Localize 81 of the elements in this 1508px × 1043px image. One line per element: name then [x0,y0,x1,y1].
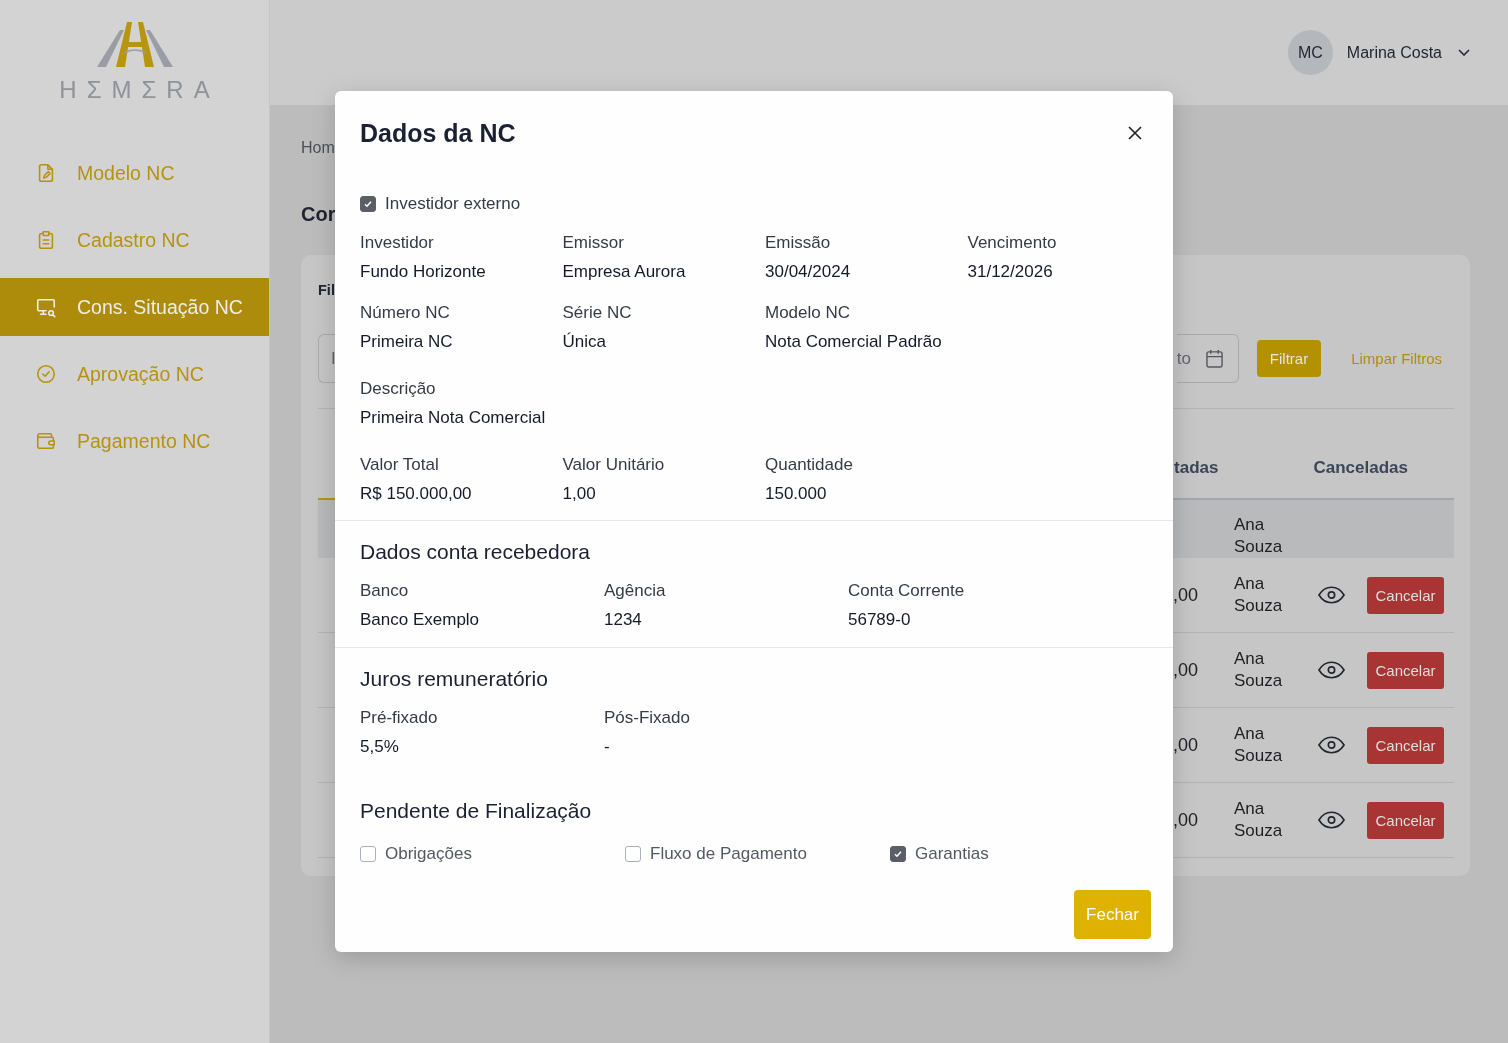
checkmark-icon [893,849,903,859]
table-cell: ,00 [1173,584,1199,606]
logo-icon [96,22,173,67]
eye-icon[interactable] [1318,661,1345,679]
field-label: Conta Corrente [848,580,965,602]
field-value: 1234 [604,609,642,631]
field-label: Descrição [360,378,436,400]
field-label: Valor Total [360,454,439,476]
field-label: Quantidade [765,454,853,476]
calendar-icon[interactable] [1205,349,1223,368]
wallet-icon [35,430,57,452]
field-label: Agência [604,580,666,602]
checkbox-label: Obrigações [385,844,472,864]
table-cell-text: Ana Souza [1234,723,1284,767]
field-label: Banco [360,580,409,602]
field-value: 31/12/2026 [967,261,1053,283]
section-title: Pendente de Finalização [360,798,592,824]
eye-icon[interactable] [1318,811,1345,829]
breadcrumb[interactable]: Hom [301,138,335,158]
field-value: 56789-0 [848,609,911,631]
date-field[interactable]: to [1176,334,1239,383]
checkbox-label: Investidor externo [385,194,521,214]
section-title: Juros remuneratório [360,666,548,692]
field-label: Pré-fixado [360,707,438,729]
table-cell-text: Ana Souza [1234,798,1284,842]
checkbox[interactable] [360,846,376,862]
checkbox[interactable] [625,846,641,862]
table-cell-text: Ana Souza [1234,648,1284,692]
cancel-button[interactable]: Cancelar [1367,726,1444,764]
field-value: Primeira NC [360,331,453,353]
checkbox[interactable] [360,196,376,212]
field-label: Vencimento [967,232,1057,254]
field-label: Modelo NC [765,302,851,324]
card-title: Fil [318,281,335,300]
field-value: 30/04/2024 [765,261,851,283]
field-label: Emissor [562,232,624,254]
chevron-down-icon[interactable] [1458,49,1470,56]
table-cell-text: Ana Souza [1234,573,1284,617]
logo-wordmark: HΣMΣRA [59,78,220,102]
field-label: Valor Unitário [562,454,665,476]
field-label: Série NC [562,302,632,324]
checkbox[interactable] [890,846,906,862]
sidebar-item[interactable]: Cons. Situação NC [0,278,269,336]
field-label: Investidor [360,232,434,254]
field-value: Empresa Aurora [562,261,686,283]
field-value: R$ 150.000,00 [360,483,472,505]
field-value: Primeira Nota Comercial [360,407,546,429]
field-value: Banco Exemplo [360,609,480,631]
filter-button[interactable]: Filtrar [1256,340,1322,377]
checkbox-label: Fluxo de Pagamento [650,844,807,864]
monitor-search-icon [35,296,57,318]
tab[interactable]: Canceladas [1313,441,1408,500]
field-value: 5,5% [360,736,399,758]
field-value: - [604,736,610,758]
field-label: Número NC [360,302,450,324]
circle-check-icon [35,363,57,385]
table-cell: ,00 [1173,734,1199,756]
table-cell: ,00 [1173,659,1199,681]
field-label: Pós-Fixado [604,707,690,729]
tab[interactable]: tadas [1174,441,1219,500]
user-name[interactable]: Marina Costa [1346,43,1442,62]
field-value: Única [562,331,606,353]
field-value: Fundo Horizonte [360,261,486,283]
avatar: MC [1287,30,1333,75]
field-label: Emissão [765,232,831,254]
checkbox-label: Garantias [915,844,989,864]
dialog-title: Dados da NC [360,118,516,148]
cancel-button[interactable]: Cancelar [1367,576,1444,614]
page-title: Cor [301,202,336,227]
section-title: Dados conta recebedora [360,539,590,565]
checkmark-icon [363,199,373,209]
table-cell-text: Ana Souza [1234,514,1284,558]
close-icon [1128,126,1142,140]
eye-icon[interactable] [1318,736,1345,754]
field-value: 1,00 [562,483,596,505]
table-cell: ,00 [1173,809,1199,831]
cancel-button[interactable]: Cancelar [1367,801,1444,839]
cancel-button[interactable]: Cancelar [1367,651,1444,689]
eye-icon[interactable] [1318,586,1345,604]
field-value: 150.000 [765,483,827,505]
field-value: Nota Comercial Padrão [765,331,942,353]
